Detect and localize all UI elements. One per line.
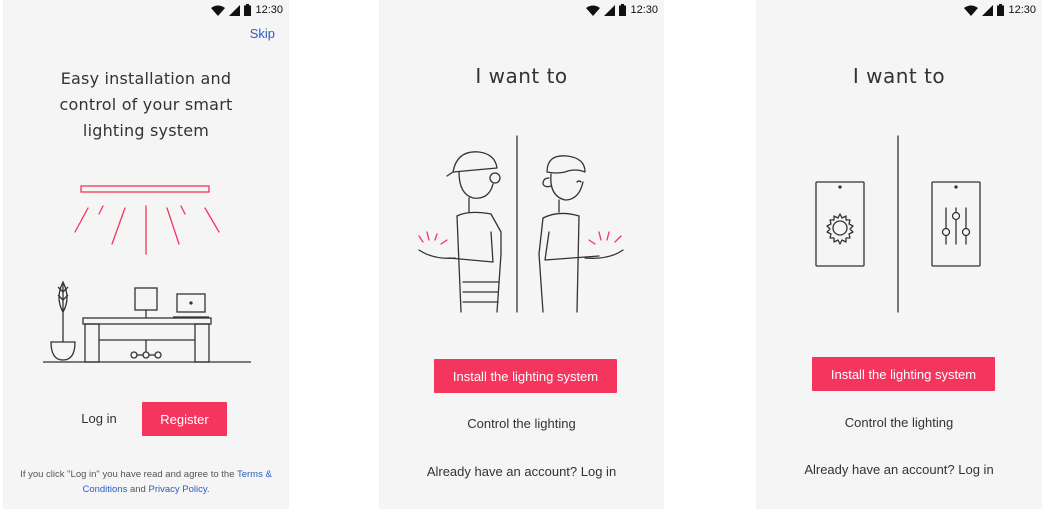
- status-time: 12:30: [255, 4, 283, 16]
- legal-notice: If you click "Log in" you have read and …: [13, 467, 279, 497]
- status-bar: 12:30: [964, 2, 1036, 18]
- log-in-button[interactable]: Log in: [69, 411, 129, 426]
- wifi-icon: [964, 5, 979, 16]
- cellular-signal-icon: [982, 4, 994, 16]
- control-lighting-button[interactable]: Control the lighting: [379, 416, 664, 431]
- control-lighting-button[interactable]: Control the lighting: [756, 415, 1042, 430]
- status-bar: 12:30: [211, 2, 283, 18]
- status-bar: 12:30: [586, 2, 658, 18]
- legal-suffix: .: [206, 484, 210, 495]
- cellular-signal-icon: [229, 4, 241, 16]
- installer-and-user-illustration: [418, 135, 624, 313]
- wifi-icon: [211, 5, 226, 16]
- privacy-link[interactable]: Privacy Policy: [148, 484, 206, 495]
- page-title: I want to: [852, 64, 946, 88]
- battery-icon: [997, 4, 1005, 16]
- battery-icon: [619, 4, 627, 16]
- skip-button[interactable]: Skip: [250, 26, 275, 41]
- status-time: 12:30: [630, 4, 658, 16]
- legal-joiner: and: [129, 484, 146, 495]
- cellular-signal-icon: [604, 4, 616, 16]
- register-button[interactable]: Register: [142, 402, 227, 436]
- install-lighting-button[interactable]: Install the lighting system: [812, 357, 995, 391]
- install-lighting-button[interactable]: Install the lighting system: [434, 359, 617, 393]
- sliders-icon: [941, 207, 971, 245]
- page-title: I want to: [475, 64, 568, 88]
- page-title: Easy installation and control of your sm…: [59, 69, 233, 140]
- role-choice-screen-people: 12:30 I want to Install the lighting sys…: [379, 0, 664, 509]
- wifi-icon: [586, 5, 601, 16]
- phones-with-gear-and-sliders-illustration: [815, 135, 981, 313]
- already-have-account-login-link[interactable]: Already have an account? Log in: [756, 462, 1042, 477]
- desk-lamp-illustration: [43, 185, 251, 363]
- legal-prefix: If you click "Log in" you have read and …: [20, 469, 235, 480]
- onboarding-welcome-screen: 12:30 Skip Easy installation and control…: [3, 0, 289, 509]
- role-choice-screen-devices: 12:30 I want to Install the lighting sys…: [756, 0, 1042, 509]
- battery-icon: [244, 4, 252, 16]
- already-have-account-login-link[interactable]: Already have an account? Log in: [379, 464, 664, 479]
- gear-icon: [826, 213, 854, 245]
- status-time: 12:30: [1008, 4, 1036, 16]
